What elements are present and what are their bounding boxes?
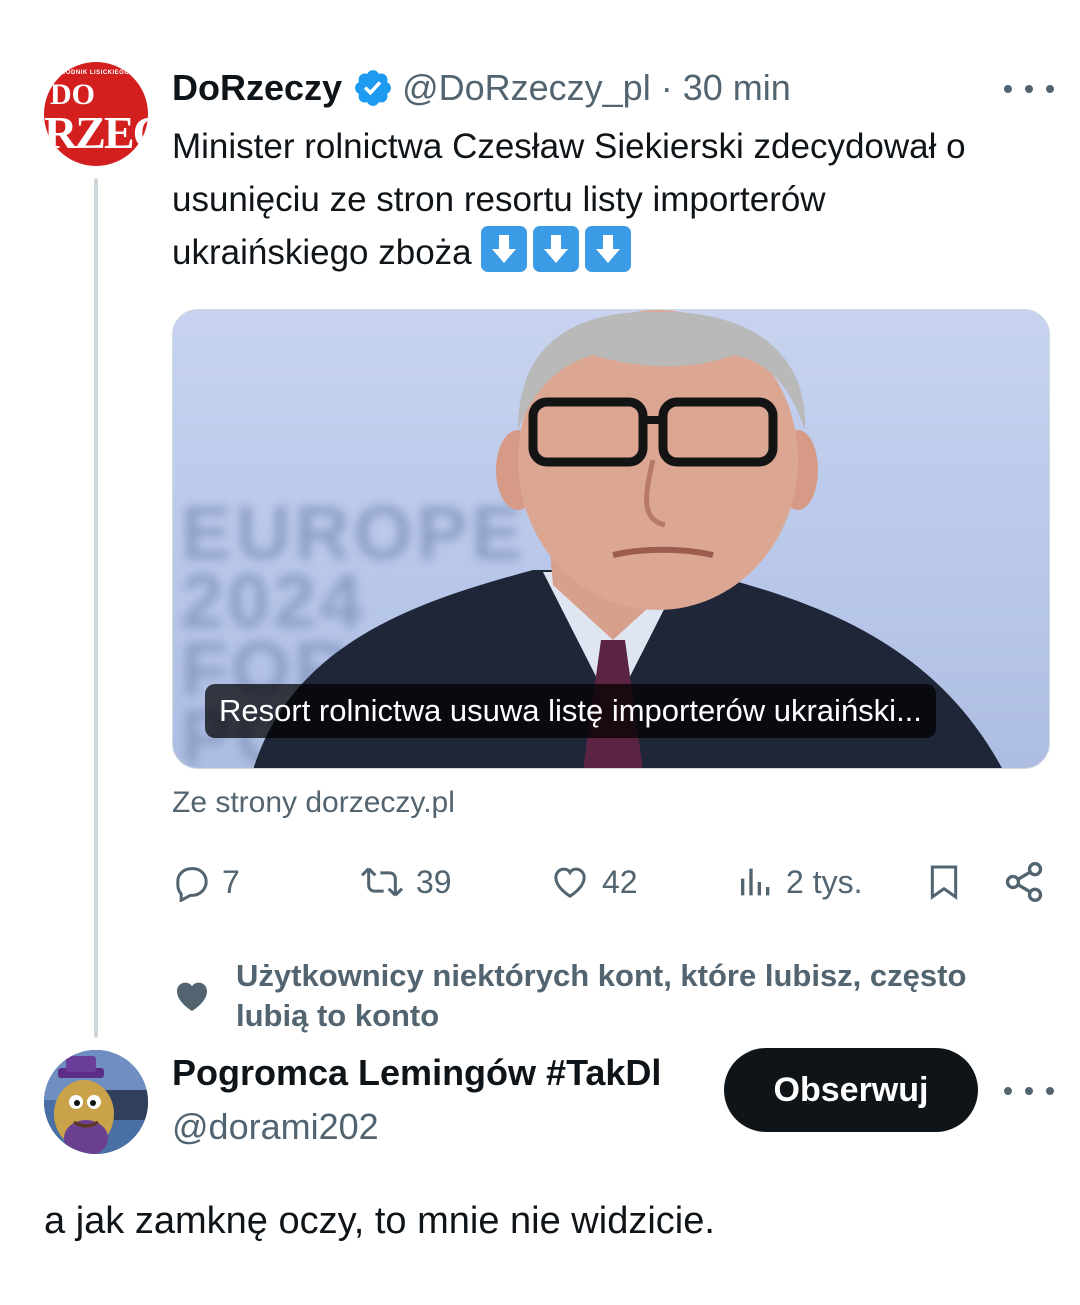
retweet-icon: [360, 867, 404, 897]
like-button[interactable]: 42: [548, 858, 638, 906]
share-button[interactable]: [1002, 858, 1056, 906]
suggested-avatar[interactable]: [44, 1050, 148, 1154]
like-count: 42: [602, 863, 638, 900]
link-card[interactable]: EUROPE 2024 FORUM POL Resort rolnictwa u…: [172, 309, 1050, 769]
views-bar-chart-icon: [741, 868, 770, 896]
views-button[interactable]: 2 tys.: [736, 858, 862, 906]
thread-line: [94, 178, 98, 1038]
tweet-time[interactable]: 30 min: [683, 67, 791, 109]
down-arrow-icon: [585, 226, 632, 272]
author-handle[interactable]: @DoRzeczy_pl: [402, 67, 651, 109]
reply-icon: [176, 867, 208, 902]
cartoon-avatar: [44, 1050, 148, 1154]
more-options-icon[interactable]: [1004, 1076, 1054, 1106]
separator-dot: ·: [660, 67, 673, 108]
share-icon: [1005, 862, 1043, 902]
avatar-small-text: TYGODNIK LISICKIEGO: [52, 70, 130, 76]
avatar-rze-text: RZEC: [44, 107, 148, 158]
bookmark-icon: [930, 865, 958, 900]
down-arrow-icon: [481, 226, 528, 272]
tweet-actions: 7 39 42 2 tys.: [172, 858, 1052, 906]
reply-button[interactable]: 7: [172, 858, 240, 906]
follow-button[interactable]: Obserwuj: [724, 1048, 978, 1132]
social-context-text: Użytkownicy niektórych kont, które lubis…: [236, 958, 967, 1033]
views-count: 2 tys.: [786, 863, 863, 900]
verified-badge-icon: [355, 70, 391, 106]
heart-icon: [554, 867, 586, 898]
down-arrow-icon: [533, 226, 580, 272]
reply-text: a jak zamknę oczy, to mnie nie widzicie.: [44, 1200, 715, 1242]
author-avatar[interactable]: TYGODNIK LISICKIEGO DO RZEC: [44, 62, 148, 166]
reply-count: 7: [222, 863, 240, 900]
author-name[interactable]: DoRzeczy: [172, 67, 342, 109]
more-options-icon[interactable]: [1004, 74, 1054, 104]
heart-filled-icon: [177, 982, 207, 1011]
tweet-header: DoRzeczy @DoRzeczy_pl · 30 min: [172, 64, 791, 112]
card-caption: Resort rolnictwa usuwa listę importerów …: [205, 684, 936, 738]
tweet-text: Minister rolnictwa Czesław Siekierski zd…: [172, 120, 1022, 279]
retweet-count: 39: [416, 863, 452, 900]
bookmark-button[interactable]: [924, 858, 974, 906]
suggested-name[interactable]: Pogromca Lemingów #TakDl: [172, 1052, 661, 1094]
retweet-button[interactable]: 39: [358, 858, 452, 906]
suggested-handle[interactable]: @dorami202: [172, 1106, 379, 1148]
card-source[interactable]: Ze strony dorzeczy.pl: [172, 786, 455, 820]
